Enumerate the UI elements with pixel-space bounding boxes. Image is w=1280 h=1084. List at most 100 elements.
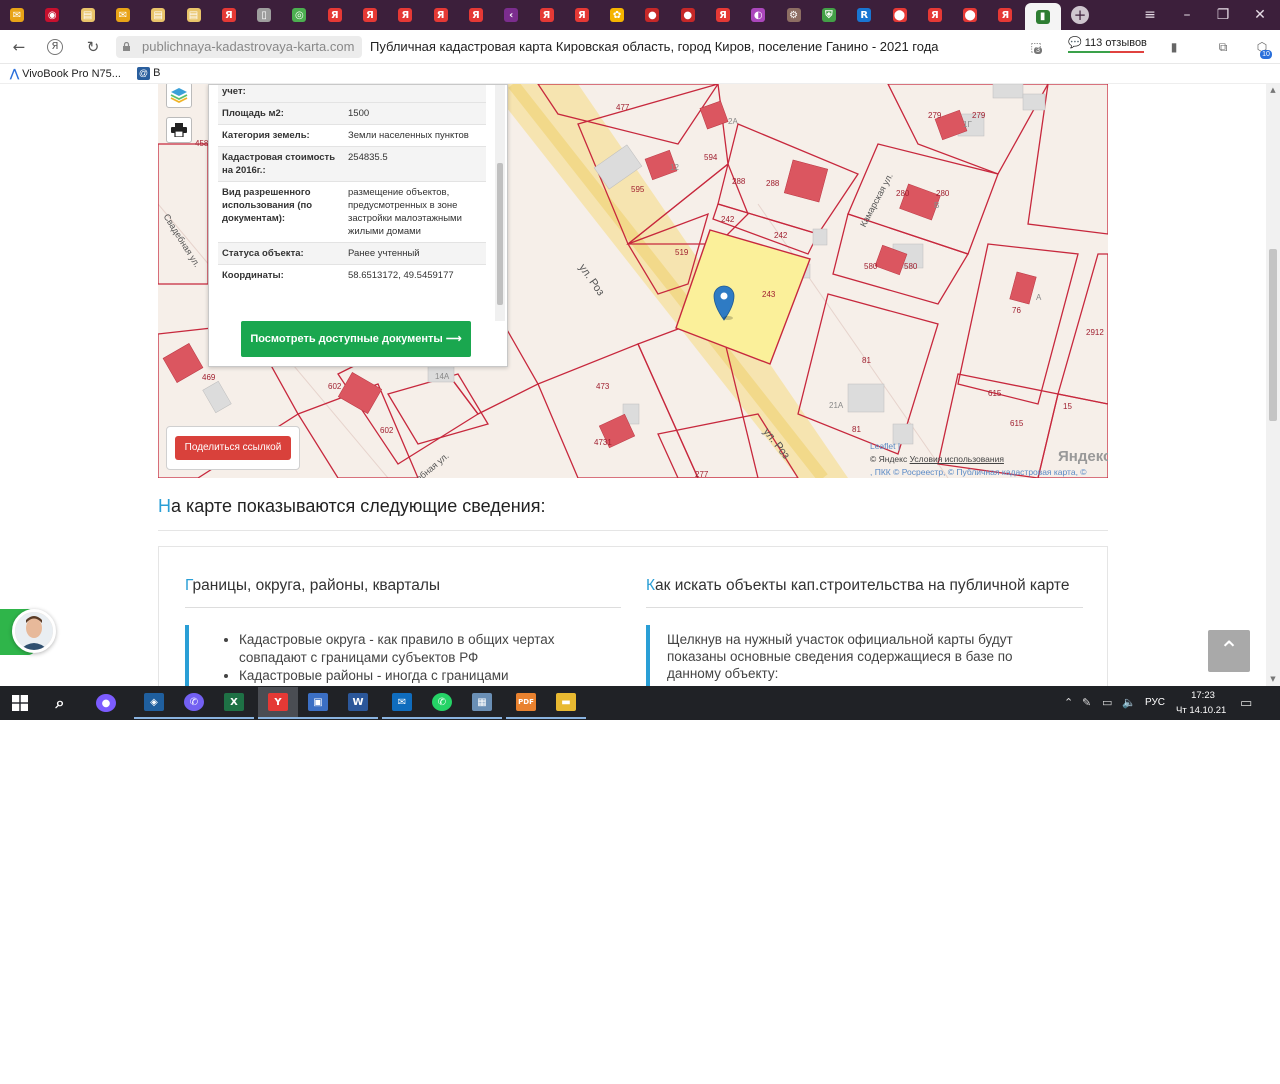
info-row: Вид разрешенного использования (по докум… [218, 181, 486, 243]
info-key: Категория земель: [218, 124, 344, 147]
share-link-button[interactable]: Поделиться ссылкой [175, 436, 291, 460]
taskbar-word[interactable]: W [338, 687, 378, 719]
printer-icon [171, 123, 187, 137]
reload-icon[interactable]: ↻ [83, 37, 103, 57]
clock-time[interactable]: 17:23 [1188, 690, 1218, 701]
back-icon[interactable]: ← [9, 37, 29, 57]
taskbar-excel[interactable]: X [214, 687, 254, 719]
browser-tab[interactable]: ⛨ [814, 3, 844, 27]
browser-tab[interactable]: Я [567, 3, 597, 27]
notifications-icon[interactable]: ▭ [1240, 696, 1252, 711]
info-row: учет: [218, 85, 486, 103]
popup-scrollbar[interactable] [495, 85, 505, 321]
taskbar-outlook[interactable]: ✉ [382, 687, 422, 719]
browser-tab[interactable]: ● [673, 3, 703, 27]
page-scrollbar[interactable]: ▲ ▼ [1266, 84, 1280, 686]
browser-tab[interactable]: ▤ [179, 3, 209, 27]
search-icon: ⌕ [55, 693, 65, 712]
new-tab-button[interactable]: + [1071, 6, 1089, 24]
volume-icon[interactable]: 🔈 [1122, 696, 1136, 709]
yandex-home-icon[interactable]: Я [47, 39, 63, 55]
red-icon: ● [645, 8, 660, 22]
leaflet-link[interactable]: Leaflet | [870, 441, 900, 451]
bookmark-b[interactable]: @ B [137, 67, 160, 80]
bookmark-icon[interactable]: ▮ [1166, 39, 1182, 55]
avatar[interactable] [12, 609, 56, 653]
browser-tab[interactable]: Я [426, 3, 456, 27]
taskbar-search[interactable]: ⌕ [40, 687, 80, 719]
browser-tab[interactable]: ● [637, 3, 667, 27]
browser-tab[interactable]: R [849, 3, 879, 27]
rating-bar [1068, 51, 1144, 53]
clock-date[interactable]: Чт 14.10.21 [1176, 705, 1226, 716]
lot-number: 473 [596, 382, 610, 391]
yandex-icon: Я [998, 8, 1013, 22]
cadastral-map[interactable]: 477 594 595 288 288 242 242 519 243 279 … [158, 84, 1108, 478]
taskbar-explorer[interactable]: ▬ [546, 687, 586, 719]
browser-tab[interactable]: ▤ [73, 3, 103, 27]
taskbar-floppy[interactable]: ▣ [298, 687, 338, 719]
browser-tab[interactable]: ◉ [37, 3, 67, 27]
yandex-logo: Яндекс [1058, 448, 1108, 465]
browser-tab[interactable]: Я [214, 3, 244, 27]
browser-tab[interactable]: ‹ [496, 3, 526, 27]
browser-tab[interactable]: ▤ [143, 3, 173, 27]
taskbar-whatsapp[interactable]: ✆ [422, 687, 462, 719]
browser-tab[interactable]: ◎ [284, 3, 314, 27]
browser-tab[interactable]: ▯ [249, 3, 279, 27]
scroll-to-top-button[interactable]: ⌃ [1208, 630, 1250, 672]
show-hidden-icons[interactable]: ⌃ [1064, 696, 1073, 709]
scroll-down-icon[interactable]: ▼ [1269, 675, 1277, 683]
taskbar-yandex-browser[interactable]: Y [258, 687, 298, 719]
taskbar-viber[interactable]: ✆ [174, 687, 214, 719]
scroll-thumb[interactable] [1269, 249, 1277, 421]
doc-icon: ▤ [80, 8, 95, 22]
browser-tab[interactable]: Я [320, 3, 350, 27]
browser-tab[interactable]: ⬤ [885, 3, 915, 27]
browser-tab[interactable]: ◐ [743, 3, 773, 27]
popup-scroll-thumb[interactable] [497, 163, 503, 305]
page-viewport[interactable]: 477 594 595 288 288 242 242 519 243 279 … [0, 84, 1266, 686]
terms-link[interactable]: Условия использования [910, 454, 1004, 464]
close-icon[interactable]: ✕ [1250, 6, 1270, 24]
reviews-button[interactable]: 💬 113 отзывов [1068, 36, 1147, 49]
taskbar-calc[interactable]: ▦ [462, 687, 502, 719]
browser-tab[interactable]: ✉ [108, 3, 138, 27]
lot-number: 594 [704, 153, 718, 162]
start-button[interactable] [0, 687, 40, 719]
restore-icon[interactable]: ❐ [1213, 6, 1233, 24]
language-indicator[interactable]: РУС [1145, 697, 1165, 708]
browser-tab[interactable]: ✿ [602, 3, 632, 27]
browser-tab[interactable]: Я [920, 3, 950, 27]
network-icon[interactable]: ▭ [1102, 696, 1112, 709]
minimize-icon[interactable]: – [1177, 6, 1197, 24]
pen-icon[interactable]: ✎ [1082, 696, 1091, 709]
browser-tab[interactable]: Я [990, 3, 1020, 27]
browser-tab[interactable]: Я [461, 3, 491, 27]
translate-icon[interactable]: ⧉ [1215, 39, 1231, 55]
consultant-widget[interactable] [0, 606, 58, 656]
browser-tab[interactable]: ✉ [2, 3, 32, 27]
browser-tab[interactable]: Я [708, 3, 738, 27]
taskbar-app-blue[interactable]: ◈ [134, 687, 174, 719]
attribution-pkk[interactable]: , ПКК © Росреестр, © Публичная кадастров… [870, 467, 1087, 477]
pin-icon: ⬤ [963, 8, 978, 22]
browser-tab[interactable]: ⬤ [955, 3, 985, 27]
browser-tab[interactable]: ▮ [1024, 3, 1061, 30]
info-key: учет: [218, 85, 344, 103]
asus-icon: ⋀ [10, 68, 20, 80]
menu-icon[interactable]: ≡ [1140, 6, 1160, 24]
taskbar-alice[interactable]: ● [86, 687, 126, 719]
browser-tab[interactable]: Я [355, 3, 385, 27]
browser-tab[interactable]: Я [390, 3, 420, 27]
print-button[interactable] [166, 117, 192, 143]
taskbar-pdf[interactable]: PDF [506, 687, 546, 719]
browser-tab[interactable]: ⚙ [779, 3, 809, 27]
layers-button[interactable] [166, 84, 192, 108]
view-documents-button[interactable]: Посмотреть доступные документы ⟶ [241, 321, 471, 357]
bookmark-vivobook[interactable]: ⋀ VivoBook Pro N75... [10, 67, 121, 80]
scroll-up-icon[interactable]: ▲ [1269, 86, 1277, 94]
url-text[interactable]: publichnaya-kadastrovaya-karta.com [142, 39, 354, 54]
yandex-browser-icon: Y [268, 693, 288, 711]
browser-tab[interactable]: Я [532, 3, 562, 27]
